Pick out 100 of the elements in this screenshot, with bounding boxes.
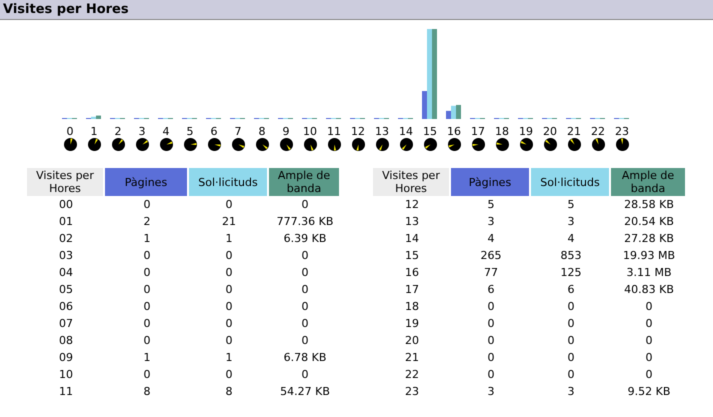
table-cell-text: 5 bbox=[486, 197, 496, 213]
table-cell-text: 0 bbox=[300, 367, 310, 383]
table-cell-text: 09 bbox=[58, 350, 74, 366]
table-cell-text: 07 bbox=[58, 316, 74, 332]
table-cell-text: 19.93 MB bbox=[622, 248, 676, 264]
table-cell-text: 9.52 KB bbox=[626, 384, 672, 400]
table-cell-text: 0 bbox=[486, 350, 496, 366]
table-cell-text: 0 bbox=[142, 367, 152, 383]
clock-icon bbox=[136, 138, 148, 151]
column-header: Pàgines bbox=[105, 168, 189, 196]
table-cell-text: 0 bbox=[224, 333, 234, 349]
table-cell-text: 0 bbox=[486, 299, 496, 315]
hour-label: 14 bbox=[399, 125, 413, 136]
column-header: Visites per Hores bbox=[27, 168, 105, 196]
table-cell-text: 777.36 KB bbox=[276, 214, 334, 230]
hour-label: 3 bbox=[138, 125, 146, 136]
clock-icon bbox=[280, 138, 292, 151]
table-cell-text: 0 bbox=[644, 333, 654, 349]
hour-label: 18 bbox=[495, 125, 509, 136]
table-cell-text: 01 bbox=[58, 214, 74, 230]
clock-icon bbox=[472, 138, 484, 151]
table-cell-text: 0 bbox=[486, 367, 496, 383]
table-cell-text: 77 bbox=[483, 265, 499, 281]
hour-label: 19 bbox=[519, 125, 533, 136]
clock-icon bbox=[376, 138, 388, 151]
hour-label: 1 bbox=[90, 125, 98, 136]
hour-label: 13 bbox=[375, 125, 389, 136]
table-cell-text: 265 bbox=[480, 248, 502, 264]
table-cell-text: 17 bbox=[404, 282, 420, 298]
table-cell-text: 0 bbox=[300, 265, 310, 281]
table-cell-text: 18 bbox=[404, 299, 420, 315]
column-header: Sol·licituds bbox=[189, 168, 269, 196]
table-cell-text: 0 bbox=[300, 299, 310, 315]
table-cell-text: 21 bbox=[404, 350, 420, 366]
table-cell-text: 11 bbox=[58, 384, 74, 400]
clock-icon bbox=[424, 138, 436, 151]
table-cell-text: 1 bbox=[224, 350, 234, 366]
hour-label: 9 bbox=[282, 125, 290, 136]
table-cell-text: 04 bbox=[58, 265, 74, 281]
table-cell-text: 16 bbox=[404, 265, 420, 281]
table-cell-text: 8 bbox=[224, 384, 234, 400]
clock-icon bbox=[568, 138, 580, 151]
table-cell-text: 3 bbox=[486, 214, 496, 230]
table-cell-text: 0 bbox=[300, 282, 310, 298]
hour-label: 15 bbox=[423, 125, 437, 136]
clock-icon bbox=[328, 138, 340, 151]
clock-icon bbox=[160, 138, 172, 151]
table-cell-text: 0 bbox=[644, 316, 654, 332]
hour-label: 11 bbox=[327, 125, 341, 136]
section-title: Visites per Hores bbox=[3, 2, 129, 17]
table-cell-text: 03 bbox=[58, 248, 74, 264]
table-cell-text: 1 bbox=[224, 231, 234, 247]
column-header: Pàgines bbox=[451, 168, 531, 196]
clock-icon bbox=[184, 138, 196, 151]
hour-label: 17 bbox=[471, 125, 485, 136]
table-cell-text: 6.78 KB bbox=[282, 350, 328, 366]
hour-label: 16 bbox=[447, 125, 461, 136]
column-header: Ample de banda bbox=[611, 168, 687, 196]
table-cell-text: 4 bbox=[486, 231, 496, 247]
clock-icon bbox=[352, 138, 364, 151]
table-cell-text: 5 bbox=[566, 197, 576, 213]
table-cell-text: 0 bbox=[224, 265, 234, 281]
table-cell-text: 13 bbox=[404, 214, 420, 230]
table-cell-text: 08 bbox=[58, 333, 74, 349]
table-cell-text: 8 bbox=[142, 384, 152, 400]
table-cell-text: 0 bbox=[486, 316, 496, 332]
table-cell-text: 2 bbox=[142, 214, 152, 230]
table-cell-text: 0 bbox=[142, 248, 152, 264]
table-cell-text: 6 bbox=[566, 282, 576, 298]
table-cell-text: 28.58 KB bbox=[623, 197, 675, 213]
hour-label: 7 bbox=[234, 125, 242, 136]
clock-icon bbox=[520, 138, 532, 151]
table-cell-text: 23 bbox=[404, 384, 420, 400]
table-cell-text: 0 bbox=[300, 316, 310, 332]
clock-icon bbox=[64, 138, 76, 151]
hour-label: 4 bbox=[162, 125, 170, 136]
column-header: Sol·licituds bbox=[531, 168, 611, 196]
clock-icon bbox=[232, 138, 244, 151]
clock-icon bbox=[256, 138, 268, 151]
table-cell-text: 22 bbox=[404, 367, 420, 383]
clock-icon bbox=[208, 138, 220, 151]
clock-icon bbox=[400, 138, 412, 151]
table-cell-text: 0 bbox=[566, 299, 576, 315]
table-cell-text: 125 bbox=[560, 265, 582, 281]
hour-label: 8 bbox=[258, 125, 266, 136]
hour-label: 23 bbox=[615, 125, 629, 136]
table-cell-text: 0 bbox=[142, 333, 152, 349]
clock-icon bbox=[496, 138, 508, 151]
clock-icon bbox=[616, 138, 628, 151]
table-cell-text: 00 bbox=[58, 197, 74, 213]
clock-icon bbox=[88, 138, 100, 151]
table-cell-text: 27.28 KB bbox=[623, 231, 675, 247]
hour-label: 12 bbox=[351, 125, 365, 136]
table-cell-text: 02 bbox=[58, 231, 74, 247]
table-cell-text: 0 bbox=[644, 350, 654, 366]
table-cell-text: 0 bbox=[566, 333, 576, 349]
clock-icon bbox=[544, 138, 556, 151]
table-cell-text: 0 bbox=[300, 333, 310, 349]
table-cell-text: 4 bbox=[566, 231, 576, 247]
table-cell-text: 0 bbox=[224, 248, 234, 264]
